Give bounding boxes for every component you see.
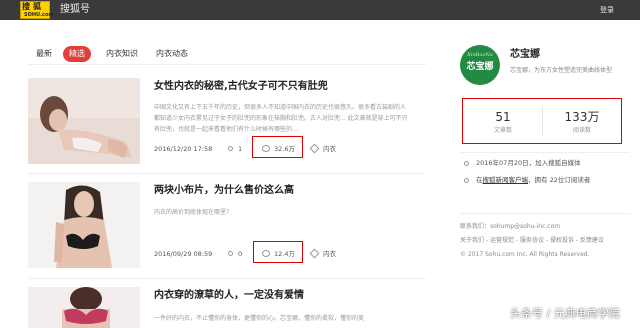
- divider: [460, 213, 630, 214]
- stats-panel: 51 文章数 133万 阅读数: [462, 98, 622, 144]
- stat-value: 133万: [564, 110, 600, 124]
- watermark: 头条号 / 元典电商学院: [510, 307, 620, 320]
- copyright: © 2017 Sohu.com Inc. All Rights Reserved…: [460, 251, 590, 258]
- comment-count[interactable]: 1: [238, 143, 242, 155]
- article-count-stat: 51 文章数: [463, 99, 543, 142]
- article-date: 2016/09/29 08:59: [154, 250, 213, 258]
- tab-lingerie-news[interactable]: 内衣动态: [156, 46, 188, 62]
- login-link[interactable]: 登录: [600, 5, 614, 15]
- stat-value: 51: [495, 110, 511, 124]
- article-item[interactable]: 女性内衣的秘密,古代女子可不只有肚兜 中国文化又有上下五千年的历史，但很多人不知…: [28, 78, 426, 168]
- tag-icon: [309, 248, 320, 259]
- tag-icon: [309, 143, 320, 154]
- article-tag[interactable]: 内衣: [323, 248, 336, 260]
- comment-icon: [228, 251, 233, 256]
- join-date: 2016年07月20日，加入搜狐自媒体: [476, 159, 581, 167]
- article-summary: 中国文化又有上下五千年的历史，但很多人不知道中国内衣的历史也很悠久。很多看古装剧…: [154, 104, 408, 133]
- stat-label: 文章数: [493, 127, 512, 134]
- phone-icon: [464, 178, 469, 183]
- news-app-link[interactable]: 搜狐新闻客户端: [483, 176, 529, 184]
- avatar-subtext: XinBaoNa: [467, 52, 493, 58]
- article-thumbnail[interactable]: [28, 78, 140, 164]
- subscribe-info: 在搜狐新闻客户端，拥有 22位订阅读者: [476, 175, 590, 185]
- article-date: 2016/12/20 17:58: [154, 145, 213, 153]
- contact-info[interactable]: 联系我们：sohump@sohu-inc.com: [460, 222, 560, 231]
- read-count-stat: 133万 阅读数: [542, 99, 622, 142]
- footer-links[interactable]: 关于我们 - 运营规范 - 服务协议 - 侵权投诉 - 反馈建议: [460, 236, 604, 245]
- article-thumbnail[interactable]: [28, 182, 140, 268]
- comment-icon: [228, 146, 233, 151]
- account-description: 芯宝娜，为东方女性塑造完美曲线体型: [510, 67, 613, 74]
- tab-latest[interactable]: 最新: [36, 46, 52, 62]
- brand-title[interactable]: 搜狐号: [60, 4, 90, 16]
- divider: [28, 278, 426, 279]
- article-summary: 一件好的内衣，不止懂你的身体，更懂你的心。芯宝娜，懂你的柔软，懂你的美: [154, 315, 365, 322]
- article-item[interactable]: 内衣穿的潦草的人，一定没有爱情 一件好的内衣，不止懂你的身体，更懂你的心。芯宝娜…: [28, 287, 426, 328]
- logo-text: 搜狐: [22, 2, 44, 11]
- logo-subtext: SOHU.com: [24, 12, 54, 18]
- highlight-box: [253, 241, 303, 263]
- avatar-text: 芯宝娜: [466, 62, 494, 72]
- article-thumbnail[interactable]: [28, 287, 140, 328]
- divider: [460, 152, 630, 153]
- article-summary: 内衣的高价到底体现在哪里？: [154, 209, 233, 216]
- clock-icon: [464, 161, 469, 166]
- tab-lingerie-knowledge[interactable]: 内衣知识: [106, 46, 138, 62]
- avatar[interactable]: XinBaoNa 芯宝娜: [460, 45, 500, 85]
- article-item[interactable]: 两块小布片，为什么售价这么高 内衣的高价到底体现在哪里？ 2016/09/29 …: [28, 182, 426, 272]
- subscribe-suffix: ，拥有 22位订阅读者: [528, 176, 591, 184]
- account-name[interactable]: 芯宝娜: [510, 49, 540, 61]
- article-title[interactable]: 两块小布片，为什么售价这么高: [154, 184, 294, 198]
- highlight-box: [252, 136, 303, 158]
- tab-featured[interactable]: 精选: [63, 46, 91, 62]
- top-navbar: 搜狐 SOHU.com 搜狐号 登录: [0, 0, 640, 20]
- article-title[interactable]: 内衣穿的潦草的人，一定没有爱情: [154, 289, 304, 303]
- article-title[interactable]: 女性内衣的秘密,古代女子可不只有肚兜: [154, 80, 328, 94]
- article-tag[interactable]: 内衣: [323, 143, 336, 155]
- divider: [28, 173, 426, 174]
- sohu-logo[interactable]: 搜狐 SOHU.com: [20, 1, 54, 19]
- comment-count[interactable]: 0: [238, 248, 242, 260]
- stat-label: 阅读数: [572, 127, 591, 134]
- divider: [28, 64, 426, 65]
